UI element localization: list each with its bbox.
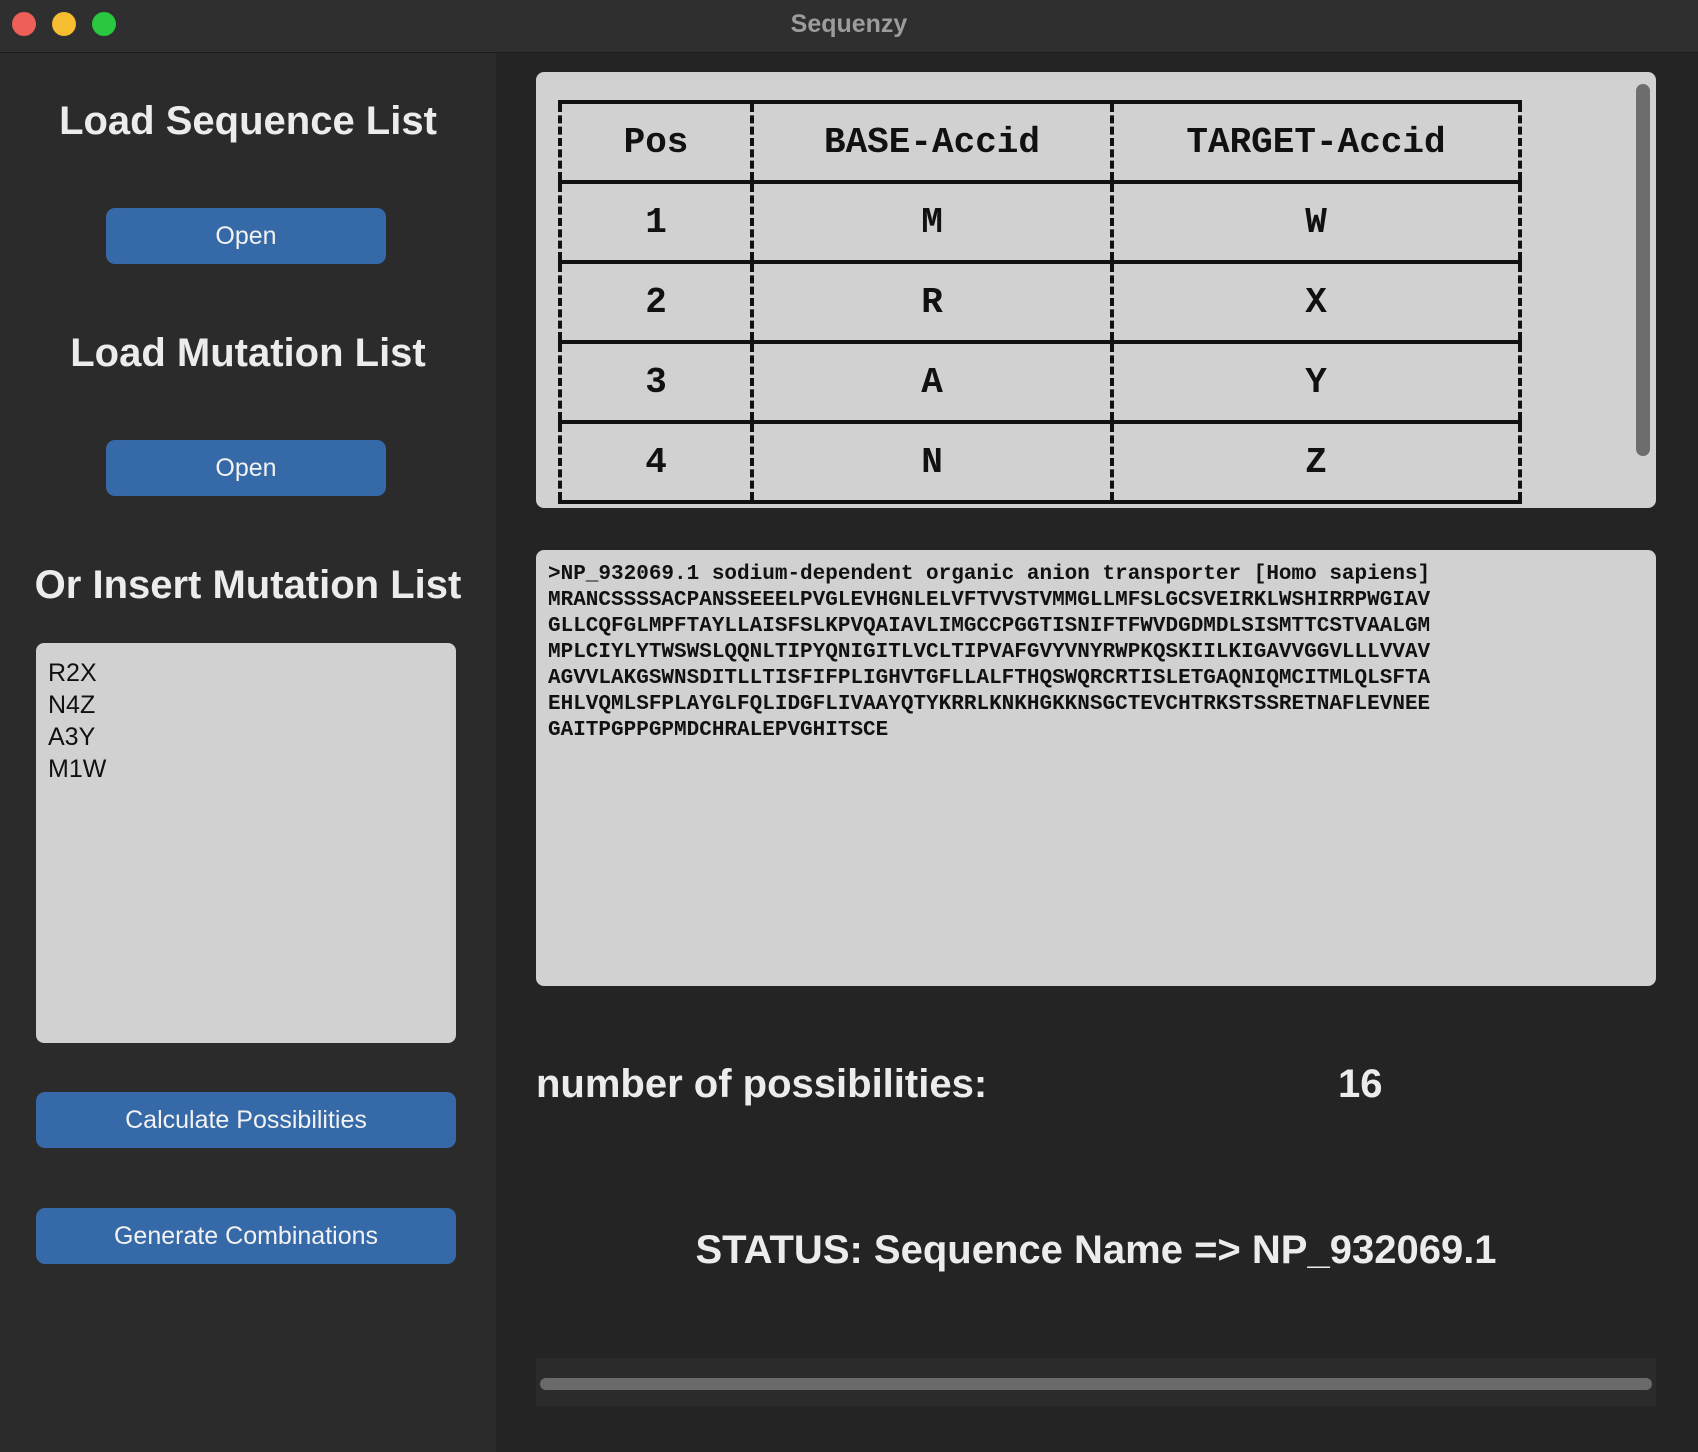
table-header-row: Pos BASE-Accid TARGET-Accid — [558, 100, 1522, 184]
mutation-input[interactable]: R2X N4Z A3Y M1W — [36, 643, 456, 1043]
cell-pos: 2 — [558, 260, 754, 344]
calculate-possibilities-button[interactable]: Calculate Possibilities — [36, 1092, 456, 1148]
cell-base: R — [750, 260, 1114, 344]
load-sequence-heading: Load Sequence List — [59, 99, 437, 143]
status-text: STATUS: Sequence Name => NP_932069.1 — [695, 1228, 1497, 1272]
cell-base: N — [750, 420, 1114, 504]
open-mutation-button[interactable]: Open — [106, 440, 386, 496]
cell-target: X — [1110, 260, 1522, 344]
cell-target: Z — [1110, 420, 1522, 504]
mutation-line: R2X — [48, 659, 97, 687]
mutation-table: Pos BASE-Accid TARGET-Accid 1 M W 2 R X … — [558, 100, 1522, 504]
table-row: 4 N Z — [558, 420, 1522, 504]
sidebar: Load Sequence List Open Load Mutation Li… — [0, 53, 496, 1452]
sequence-text-area[interactable]: >NP_932069.1 sodium-dependent organic an… — [536, 550, 1656, 986]
column-header-base: BASE-Accid — [750, 100, 1114, 184]
cell-target: Y — [1110, 340, 1522, 424]
title-bar: Sequenzy — [0, 0, 1698, 53]
sequence-line: >NP_932069.1 sodium-dependent organic an… — [548, 563, 1431, 586]
sequence-line: EHLVQMLSFPLAYGLFQLIDGFLIVAAYQTYKRRLKNKHG… — [548, 693, 1431, 716]
table-vertical-scrollbar[interactable] — [1636, 84, 1650, 456]
cell-base: A — [750, 340, 1114, 424]
mutation-line: N4Z — [48, 691, 96, 719]
sequence-line: MRANCSSSSACPANSSEEELPVGLEVHGNLELVFTVVSTV… — [548, 589, 1431, 612]
mutation-line: A3Y — [48, 723, 96, 751]
table-row: 3 A Y — [558, 340, 1522, 424]
generate-combinations-button[interactable]: Generate Combinations — [36, 1208, 456, 1264]
mutation-table-panel[interactable]: Pos BASE-Accid TARGET-Accid 1 M W 2 R X … — [536, 72, 1656, 508]
column-header-pos: Pos — [558, 100, 754, 184]
sequence-line: GLLCQFGLMPFTAYLLAISFSLKPVQAIAVLIMGCCPGGT… — [548, 615, 1431, 638]
cell-target: W — [1110, 180, 1522, 264]
sequence-line: AGVVLAKGSWNSDITLLTISFIFPLIGHVTGFLLALFTHQ… — [548, 667, 1431, 690]
table-row: 2 R X — [558, 260, 1522, 344]
cell-pos: 3 — [558, 340, 754, 424]
open-sequence-button[interactable]: Open — [106, 208, 386, 264]
table-row: 1 M W — [558, 180, 1522, 264]
sequence-line: MPLCIYLYTWSWSLQQNLTIPYQNIGITLVCLTIPVAFGV… — [548, 641, 1431, 664]
horizontal-scrollbar-thumb[interactable] — [540, 1378, 1652, 1390]
insert-mutation-heading: Or Insert Mutation List — [34, 563, 462, 607]
app-window: Sequenzy Load Sequence List Open Load Mu… — [0, 0, 1698, 1452]
horizontal-scrollbar-track[interactable] — [536, 1358, 1656, 1406]
column-header-target: TARGET-Accid — [1110, 100, 1522, 184]
cell-pos: 4 — [558, 420, 754, 504]
load-mutation-heading: Load Mutation List — [70, 331, 426, 375]
window-title: Sequenzy — [790, 10, 908, 38]
sequence-line: GAITPGPPGPMDCHRALEPVGHITSCE — [548, 719, 889, 742]
cell-pos: 1 — [558, 180, 754, 264]
possibilities-value: 16 — [1338, 1062, 1383, 1106]
mutation-line: M1W — [48, 755, 107, 783]
possibilities-label: number of possibilities: — [536, 1062, 988, 1106]
cell-base: M — [750, 180, 1114, 264]
